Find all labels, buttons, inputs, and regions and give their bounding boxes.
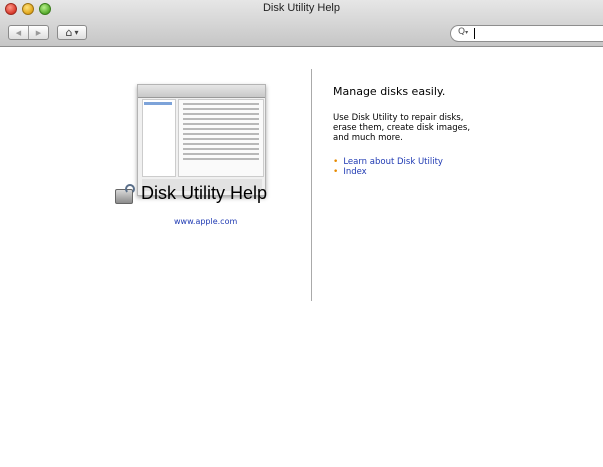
pane-divider (311, 69, 312, 301)
back-button[interactable]: ◀ (9, 29, 28, 37)
help-links-list: • Learn about Disk Utility • Index (333, 157, 593, 177)
intro-heading: Manage disks easily. (333, 85, 446, 98)
bullet-icon: • (333, 157, 339, 167)
home-icon: ⌂ (65, 26, 73, 39)
search-field[interactable]: Q▾ (450, 25, 603, 42)
app-screenshot-image (137, 84, 266, 196)
toolbar: Disk Utility Help ◀ ▶ ⌂ ▾ Q▾ (0, 0, 603, 47)
apple-website-link[interactable]: www.apple.com (174, 217, 237, 226)
intro-text: Use Disk Utility to repair disks, erase … (333, 113, 471, 143)
chevron-down-icon: ▾ (74, 28, 79, 37)
learn-about-link[interactable]: Learn about Disk Utility (343, 157, 443, 167)
help-title-row: Disk Utility Help (115, 183, 267, 204)
window-title: Disk Utility Help (262, 2, 340, 14)
help-home-left-pane (0, 47, 311, 467)
search-icon: Q▾ (458, 27, 469, 37)
home-button[interactable]: ⌂ ▾ (57, 25, 87, 40)
index-link[interactable]: Index (343, 167, 366, 177)
text-caret (474, 28, 475, 39)
help-home-right-pane: Manage disks easily. Use Disk Utility to… (333, 85, 593, 177)
list-item: • Learn about Disk Utility (333, 157, 593, 167)
help-title: Disk Utility Help (141, 183, 268, 203)
help-viewer-window: Disk Utility Help ◀ ▶ ⌂ ▾ Q▾ Disk Utilit… (0, 0, 603, 467)
bullet-icon: • (333, 167, 339, 177)
forward-button[interactable]: ▶ (29, 29, 48, 37)
list-item: • Index (333, 167, 593, 177)
search-input[interactable] (477, 27, 597, 40)
disk-utility-icon (115, 183, 137, 204)
back-forward-group: ◀ ▶ (8, 25, 49, 40)
